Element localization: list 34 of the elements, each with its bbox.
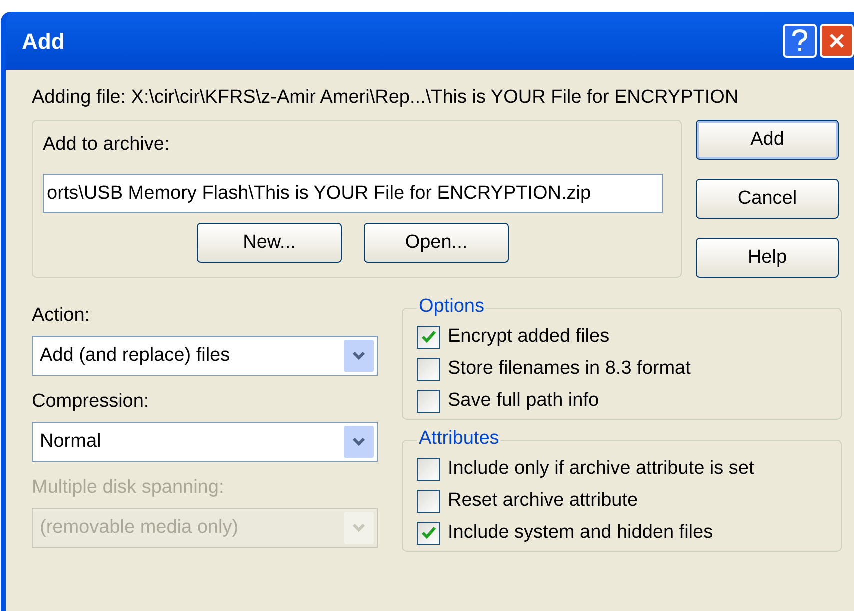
close-icon[interactable] <box>820 24 854 58</box>
dialog-button[interactable]: Help <box>696 238 839 278</box>
dropdown-value: Add (and replace) files <box>40 344 232 368</box>
checkbox-label: Save full path info <box>448 389 600 413</box>
dialog-button[interactable]: New... <box>197 223 342 263</box>
group-title: Options <box>417 295 486 319</box>
checkbox[interactable] <box>417 358 440 380</box>
field-label: Multiple disk spanning: <box>32 476 226 500</box>
dialog-button[interactable]: Cancel <box>696 179 839 219</box>
field-label: Action: <box>32 304 92 328</box>
checkbox[interactable] <box>417 490 440 512</box>
dialog-button[interactable]: Open... <box>364 223 509 263</box>
window-title: Add <box>22 28 66 56</box>
checkbox[interactable] <box>417 522 440 544</box>
field-label: Add to archive: <box>43 133 171 157</box>
checkbox-label: Reset archive attribute <box>448 489 638 513</box>
checkbox[interactable] <box>417 326 440 348</box>
archive-path-field[interactable]: orts\USB Memory Flash\This is YOUR File for ENCRYPTION.zip <box>43 174 663 213</box>
dropdown-value: Normal <box>40 430 102 454</box>
dropdown[interactable]: Normal <box>32 422 378 462</box>
field-label: Compression: <box>32 390 150 414</box>
dropdown[interactable]: Add (and replace) files <box>32 336 378 376</box>
check-icon <box>420 526 436 540</box>
help-icon[interactable] <box>783 24 817 58</box>
checkbox-label: Include system and hidden files <box>448 521 714 545</box>
adding-file-path: Adding file: X:\cir\cir\KFRS\z-Amir Ameri\Rep...\This is YOUR File for ENCRYPTION <box>32 86 740 110</box>
checkbox-label: Encrypt added files <box>448 325 610 349</box>
checkbox-label: Include only if archive attribute is set <box>448 457 754 481</box>
checkbox-label: Store filenames in 8.3 format <box>448 357 691 381</box>
check-icon <box>420 330 436 344</box>
checkbox[interactable] <box>417 458 440 480</box>
dropdown-value: (removable media only) <box>40 516 240 540</box>
dialog-button[interactable]: Add <box>696 120 839 160</box>
checkbox[interactable] <box>417 390 440 412</box>
